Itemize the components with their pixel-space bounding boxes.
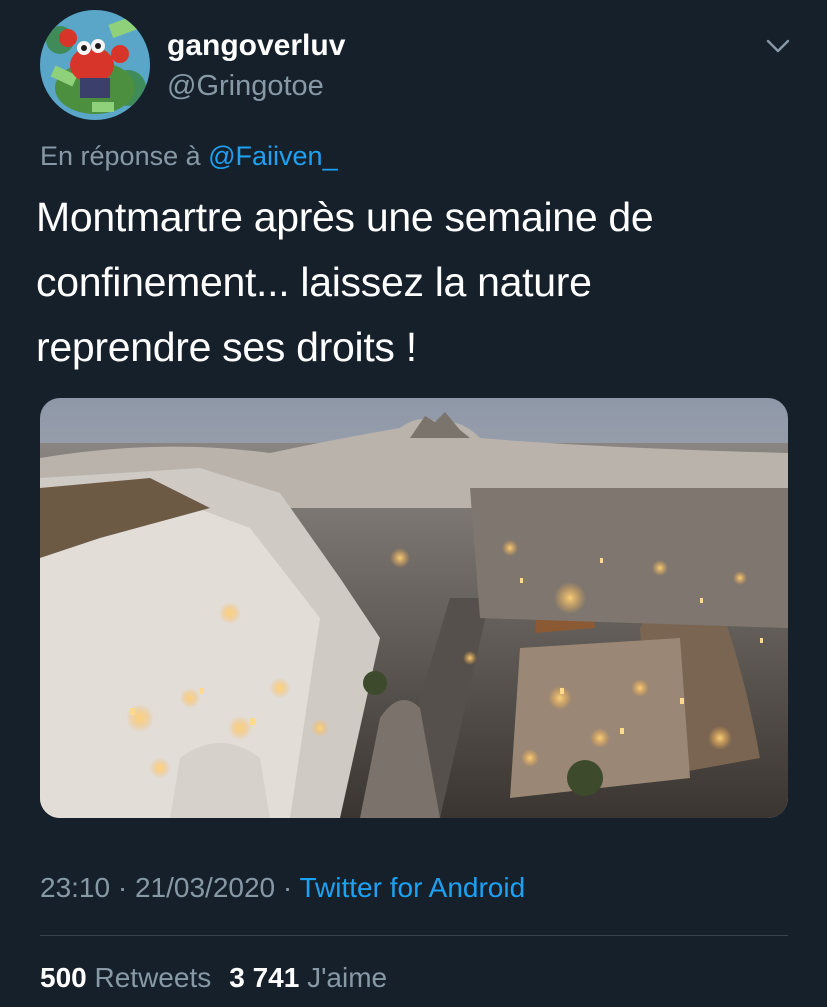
meta-separator: ·	[275, 872, 300, 903]
avatar[interactable]	[40, 10, 150, 120]
likes-count: 3 741	[229, 962, 300, 993]
likes-label: J'aime	[307, 962, 388, 993]
tweet-text: Montmartre après une semaine de confinem…	[36, 185, 796, 380]
more-options-button[interactable]	[762, 30, 794, 62]
photo-cave-town	[40, 398, 788, 818]
tweet-source-link[interactable]: Twitter for Android	[300, 872, 526, 903]
divider	[40, 935, 788, 936]
chevron-down-icon	[766, 39, 790, 53]
tweet-stats: 500 Retweets 3 741 J'aime	[40, 958, 387, 998]
retweets-count: 500	[40, 962, 87, 993]
reply-context: En réponse à @Faiiven_	[40, 137, 338, 175]
reply-mention-link[interactable]: @Faiiven_	[208, 141, 337, 171]
retweets-label: Retweets	[94, 962, 212, 993]
tweet-meta: 23:10 · 21/03/2020 · Twitter for Android	[40, 868, 525, 908]
tweet: gangoverluv @Gringotoe En réponse à @Fai…	[0, 0, 827, 1007]
tweet-date[interactable]: 21/03/2020	[135, 872, 275, 903]
tweet-photo[interactable]	[40, 398, 788, 818]
tweet-text-line: Montmartre après une semaine de	[36, 194, 654, 240]
reply-prefix: En réponse à	[40, 141, 209, 171]
likes-stat[interactable]: 3 741 J'aime	[229, 958, 387, 998]
tweet-text-line: confinement... laissez la nature	[36, 259, 592, 305]
user-handle[interactable]: @Gringotoe	[167, 68, 345, 104]
tweet-time[interactable]: 23:10	[40, 872, 110, 903]
display-name[interactable]: gangoverluv	[167, 28, 345, 64]
retweets-stat[interactable]: 500 Retweets	[40, 958, 211, 998]
tweet-text-line: reprendre ses droits !	[36, 324, 417, 370]
tweet-author[interactable]: gangoverluv @Gringotoe	[167, 28, 345, 104]
meta-separator: ·	[110, 872, 135, 903]
avatar-image	[40, 10, 150, 120]
